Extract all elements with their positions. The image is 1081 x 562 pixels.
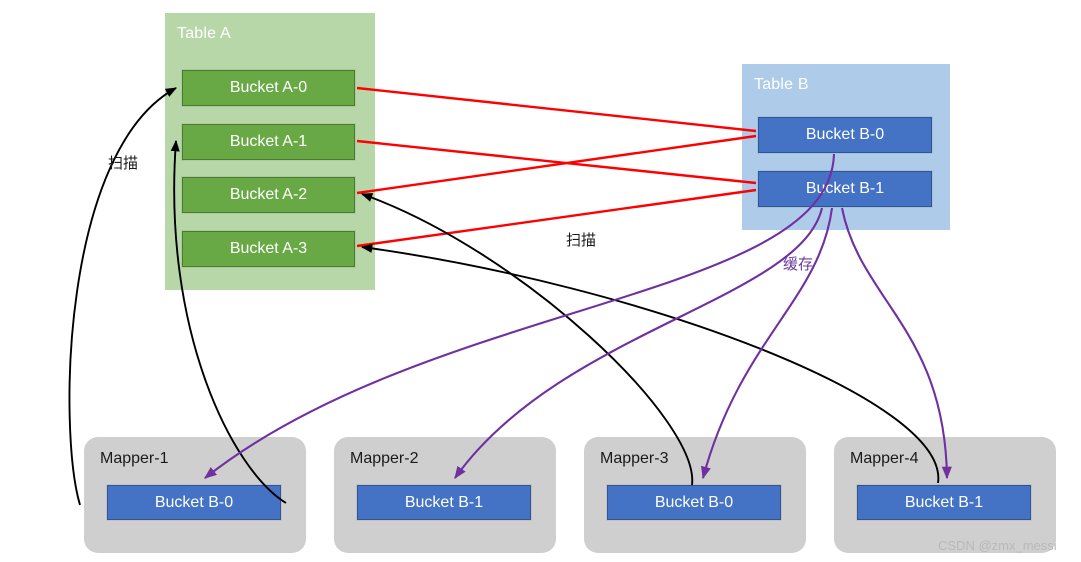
- mapper-4-bucket[interactable]: Bucket B-1: [857, 485, 1031, 520]
- diagram-canvas: Table A Bucket A-0 Bucket A-1 Bucket A-2…: [0, 0, 1081, 562]
- watermark: CSDN @zmx_messi: [938, 538, 1057, 553]
- join-edge-b1-a3: [356, 188, 757, 248]
- mapper-3-bucket[interactable]: Bucket B-0: [607, 485, 781, 520]
- mapper-4-title: Mapper-4: [850, 450, 919, 467]
- join-edges: [356, 86, 757, 248]
- mapper-1-title: Mapper-1: [100, 450, 169, 467]
- mapper-1-bucket[interactable]: Bucket B-0: [107, 485, 281, 520]
- edge-label-scan-2: 扫描: [566, 232, 597, 249]
- table-b-title: Table B: [754, 76, 809, 93]
- bucket-a-0[interactable]: Bucket A-0: [182, 70, 355, 106]
- join-edge-b1-a1: [356, 139, 757, 185]
- mapper-2-bucket[interactable]: Bucket B-1: [357, 485, 531, 520]
- bucket-b-0[interactable]: Bucket B-0: [758, 117, 932, 153]
- edge-label-cache: 缓存: [783, 256, 814, 273]
- mapper-3-title: Mapper-3: [600, 450, 669, 467]
- mapper-2-title: Mapper-2: [350, 450, 419, 467]
- bucket-a-3[interactable]: Bucket A-3: [182, 231, 355, 267]
- bucket-a-1[interactable]: Bucket A-1: [182, 124, 355, 160]
- edge-label-scan-1: 扫描: [108, 155, 139, 172]
- bucket-a-2[interactable]: Bucket A-2: [182, 177, 355, 213]
- bucket-b-1[interactable]: Bucket B-1: [758, 171, 932, 207]
- table-a-title: Table A: [177, 25, 231, 42]
- join-edge-b0-a2: [356, 134, 757, 195]
- join-edge-b0-a0: [356, 86, 757, 133]
